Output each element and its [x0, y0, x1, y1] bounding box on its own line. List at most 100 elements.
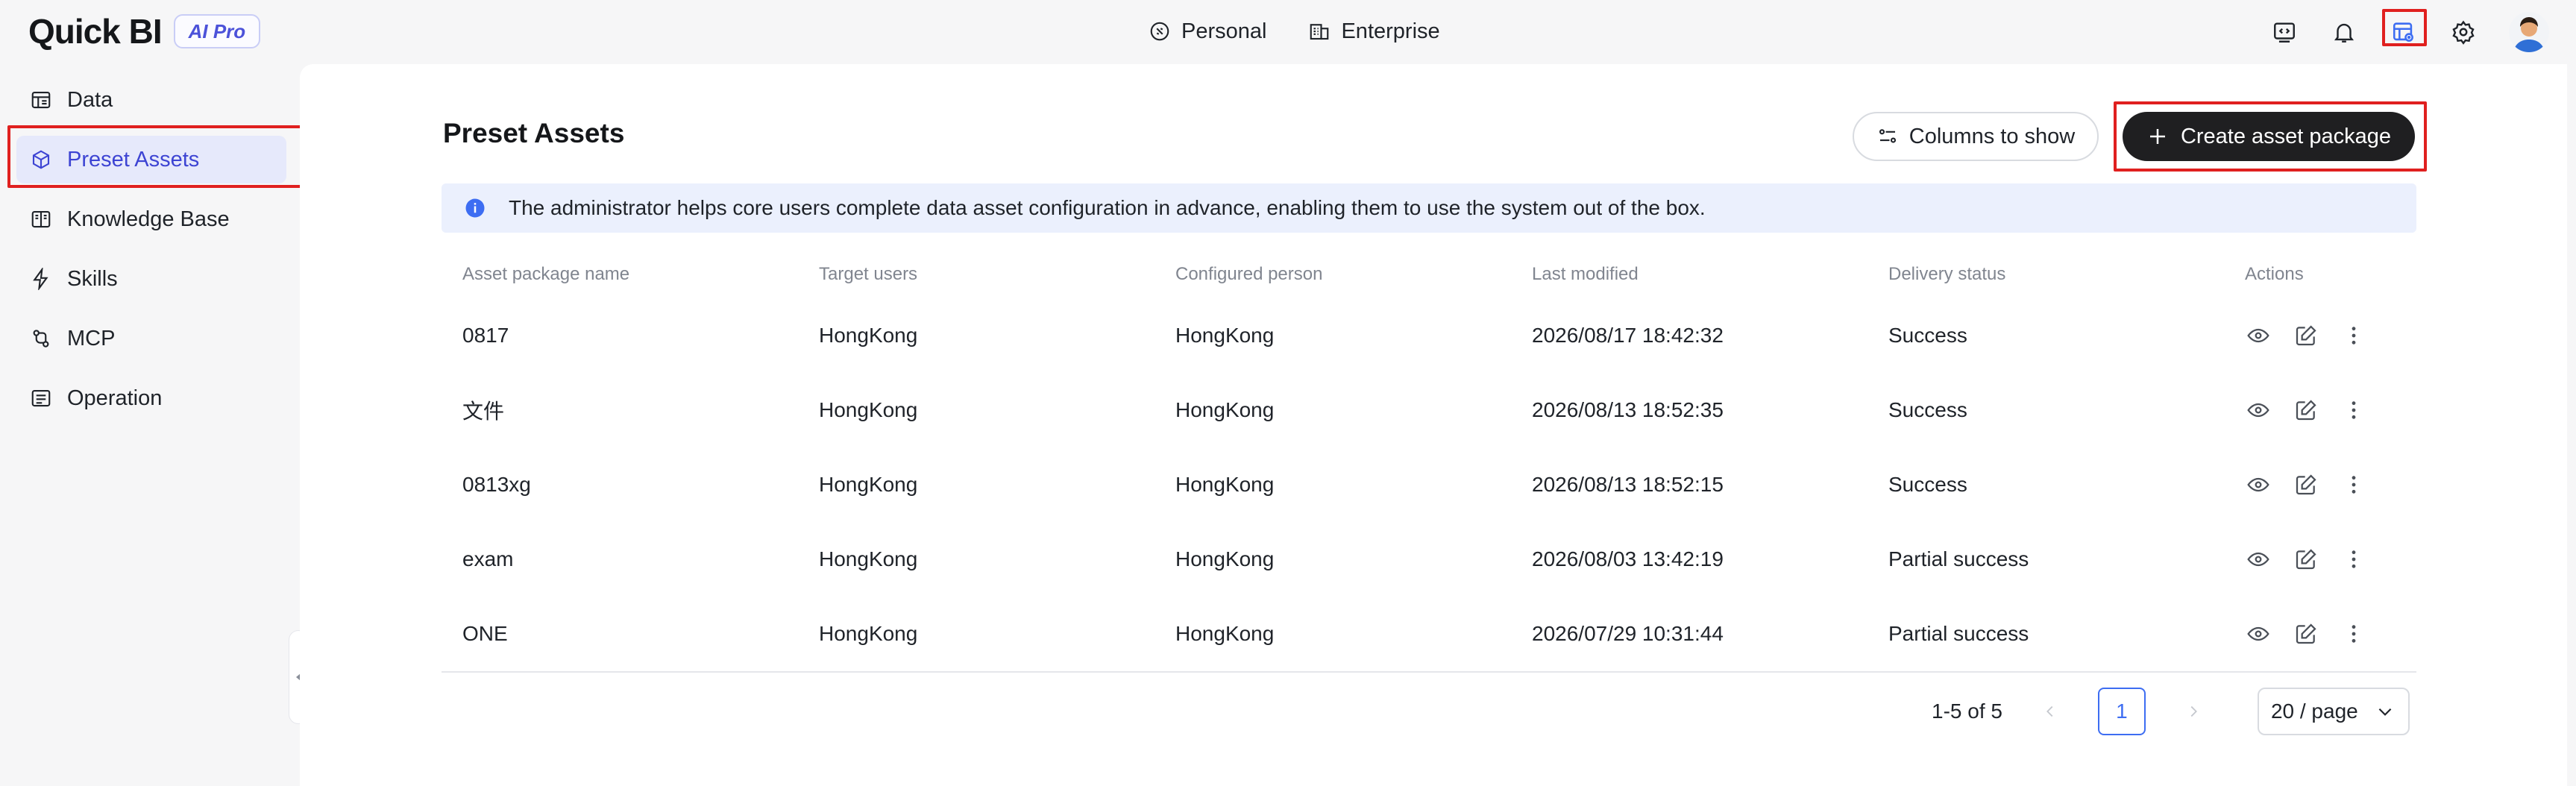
- view-button[interactable]: [2245, 471, 2272, 498]
- asset-package-name: ONE: [462, 622, 508, 645]
- code-button[interactable]: [2269, 16, 2300, 48]
- table-row[interactable]: exam HongKong HongKong 2026/08/03 13:42:…: [442, 522, 2416, 597]
- eye-icon: [2247, 626, 2269, 641]
- sidebar: Data Preset Assets Knowledge Base Skills…: [0, 64, 307, 786]
- sidebar-item-data[interactable]: Data: [16, 76, 286, 124]
- edit-button[interactable]: [2293, 620, 2319, 647]
- sidebar-item-operation[interactable]: Operation: [16, 374, 286, 422]
- sidebar-item-label: MCP: [67, 326, 116, 350]
- bell-icon: [2334, 23, 2354, 43]
- configured-person: HongKong: [1175, 398, 1275, 421]
- column-header: Actions: [2245, 264, 2304, 284]
- lightning-icon: [33, 268, 48, 290]
- last-modified: 2026/08/03 13:42:19: [1532, 547, 1724, 570]
- mcp-icon: [33, 330, 49, 348]
- pagination-total: 1-5 of 5: [1932, 699, 2002, 723]
- sidebar-item-label: Skills: [67, 266, 118, 291]
- chevron-down-icon: [2378, 708, 2392, 716]
- row-actions: [2245, 597, 2367, 671]
- target-users: HongKong: [819, 324, 918, 347]
- more-button[interactable]: [2340, 397, 2367, 424]
- more-button[interactable]: [2340, 471, 2367, 498]
- last-modified: 2026/07/29 10:31:44: [1532, 622, 1724, 645]
- mode-enterprise[interactable]: Enterprise: [1308, 15, 1440, 48]
- delivery-status: Success: [1888, 398, 1967, 421]
- enterprise-icon: [1310, 24, 1329, 40]
- more-button[interactable]: [2340, 322, 2367, 349]
- info-icon: [465, 198, 485, 218]
- column-header: Asset package name: [462, 264, 630, 284]
- avatar-icon: [2509, 12, 2549, 52]
- create-asset-package-button[interactable]: Create asset package: [2123, 112, 2415, 161]
- settings-button[interactable]: [2448, 16, 2479, 48]
- asset-manage-button[interactable]: [2388, 16, 2419, 48]
- mode-personal[interactable]: Personal: [1149, 15, 1266, 48]
- avatar[interactable]: [2509, 12, 2549, 52]
- prev-page-button[interactable]: [2034, 695, 2067, 728]
- page-number-button[interactable]: 1: [2097, 688, 2146, 735]
- ai-pro-badge: AI Pro: [173, 14, 261, 48]
- next-page-button[interactable]: [2177, 695, 2210, 728]
- sidebar-item-mcp[interactable]: MCP: [16, 315, 286, 362]
- sidebar-item-label: Operation: [67, 386, 163, 410]
- sidebar-item-label: Preset Assets: [67, 147, 200, 172]
- sidebar-item-knowledge-base[interactable]: Knowledge Base: [16, 195, 286, 243]
- view-button[interactable]: [2245, 322, 2272, 349]
- personal-icon: [1150, 22, 1169, 41]
- last-modified: 2026/08/13 18:52:35: [1532, 398, 1724, 421]
- column-header: Delivery status: [1888, 264, 2006, 284]
- sidebar-item-skills[interactable]: Skills: [16, 255, 286, 303]
- table-row[interactable]: 0813xg HongKong HongKong 2026/08/13 18:5…: [442, 447, 2416, 522]
- mode-enterprise-label: Enterprise: [1341, 19, 1440, 43]
- chevron-right-icon: [2190, 705, 2197, 717]
- sidebar-item-preset-assets[interactable]: Preset Assets: [16, 136, 286, 183]
- view-button[interactable]: [2245, 620, 2272, 647]
- sidebar-item-label: Data: [67, 87, 113, 112]
- target-users: HongKong: [819, 473, 918, 496]
- mode-personal-label: Personal: [1181, 19, 1267, 43]
- edit-button[interactable]: [2293, 471, 2319, 498]
- table-row[interactable]: 文件 HongKong HongKong 2026/08/13 18:52:35…: [442, 373, 2416, 447]
- columns-to-show-button[interactable]: Columns to show: [1853, 112, 2099, 161]
- delivery-status: Success: [1888, 473, 1967, 496]
- page-size-value: 20 / page: [2270, 699, 2358, 723]
- view-button[interactable]: [2245, 546, 2272, 573]
- target-users: HongKong: [819, 398, 918, 421]
- delivery-status: Partial success: [1888, 547, 2029, 570]
- eye-icon: [2247, 552, 2269, 567]
- more-button[interactable]: [2340, 620, 2367, 647]
- eye-icon: [2247, 477, 2269, 492]
- asset-package-table: Asset package name Target users Configur…: [442, 251, 2416, 671]
- row-actions: [2245, 373, 2367, 447]
- last-modified: 2026/08/13 18:52:15: [1532, 473, 1724, 496]
- row-actions: [2245, 298, 2367, 373]
- data-icon: [31, 91, 51, 109]
- columns-settings-icon: [1879, 129, 1896, 143]
- notification-button[interactable]: [2328, 16, 2360, 48]
- edit-icon: [2296, 400, 2316, 421]
- more-vertical-icon: [2352, 401, 2356, 419]
- asset-package-name: 文件: [462, 400, 505, 423]
- brand-logo: Quick BI: [28, 12, 163, 51]
- code-icon: [2274, 22, 2295, 43]
- row-actions: [2245, 522, 2367, 597]
- asset-package-name: exam: [462, 547, 514, 570]
- brand[interactable]: Quick BI AI Pro: [28, 12, 261, 51]
- chevron-left-icon: [2046, 705, 2053, 717]
- edit-button[interactable]: [2293, 322, 2319, 349]
- configured-person: HongKong: [1175, 547, 1275, 570]
- cube-icon: [32, 150, 50, 169]
- configured-person: HongKong: [1175, 473, 1275, 496]
- page-size-select[interactable]: 20 / page: [2257, 688, 2410, 735]
- pagination: 1-5 of 5 1 20 / page: [1932, 688, 2410, 735]
- more-button[interactable]: [2340, 546, 2367, 573]
- edit-button[interactable]: [2293, 546, 2319, 573]
- column-header: Last modified: [1532, 264, 1639, 284]
- more-vertical-icon: [2352, 625, 2356, 643]
- table-row[interactable]: ONE HongKong HongKong 2026/07/29 10:31:4…: [442, 597, 2416, 671]
- mode-switcher: Personal Enterprise: [1149, 15, 1440, 48]
- view-button[interactable]: [2245, 397, 2272, 424]
- table-row[interactable]: 0817 HongKong HongKong 2026/08/17 18:42:…: [442, 298, 2416, 373]
- edit-button[interactable]: [2293, 397, 2319, 424]
- eye-icon: [2247, 403, 2269, 418]
